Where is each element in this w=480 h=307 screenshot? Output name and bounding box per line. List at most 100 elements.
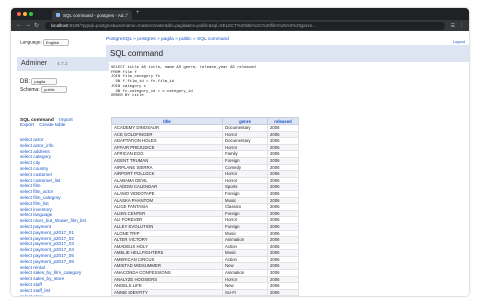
table-cell: Sci-Fi — [222, 288, 268, 296]
table-row: ALICE FANTASIA Classics 2006 — [111, 203, 299, 211]
db-select[interactable]: pagila — [31, 78, 58, 85]
table-cell: 2006 — [267, 183, 299, 191]
tab-bar: SQL command - postgres - Ad... × + — [11, 8, 469, 20]
table-cell: Sports — [222, 183, 268, 191]
column-header[interactable]: genre — [222, 117, 268, 125]
table-link[interactable]: select store — [20, 294, 110, 296]
table-cell: AGENT TRUMAN — [111, 156, 223, 165]
adminer-brand: Adminer 4.7.2 — [17, 57, 109, 71]
table-cell: Foreign — [222, 209, 268, 218]
maximize-window-button[interactable] — [29, 12, 33, 16]
table-cell: AIRPORT POLLOCK — [111, 170, 223, 178]
browser-window: SQL command - postgres - Ad... × + ← → ↻… — [11, 8, 469, 296]
table-cell: New — [222, 282, 268, 290]
table-cell: Horror — [222, 216, 268, 224]
table-cell: Foreign — [222, 222, 268, 231]
table-row: AFRICAN EGG Family 2006 — [111, 150, 299, 158]
table-row: ALTER VICTORY Animation 2006 — [111, 236, 299, 244]
column-header[interactable]: released — [267, 117, 299, 125]
language-label: Language: — [20, 39, 42, 45]
table-row: ALADDIN CALENDAR Sports 2006 — [111, 183, 299, 191]
table-cell: ALIEN CENTER — [111, 209, 223, 218]
table-cell: 2006 — [267, 163, 299, 172]
breadcrumb[interactable]: PostgreSQL » postgres » pagila » public … — [106, 37, 229, 42]
table-cell: Horror — [222, 170, 268, 178]
table-row: AMADEUS HOLY Action 2006 — [111, 242, 299, 251]
table-cell: Foreign — [222, 189, 268, 198]
table-cell: 2006 — [267, 269, 299, 277]
table-cell: 2006 — [267, 275, 299, 284]
close-window-button[interactable] — [17, 12, 21, 16]
sql-line: ORDER BY title — [111, 94, 144, 99]
table-row: ALABAMA DEVIL Horror 2006 — [111, 176, 299, 185]
table-cell: ANNIE IDENTITY — [111, 288, 223, 296]
new-tab-icon[interactable]: + — [136, 10, 140, 16]
language-select[interactable]: English — [43, 39, 69, 46]
table-cell: Animation — [222, 236, 268, 244]
table-cell: ALICE FANTASIA — [111, 203, 223, 211]
create-table-link[interactable]: Create table — [39, 123, 65, 128]
column-header[interactable]: title — [111, 117, 223, 125]
tab-title: SQL command - postgres - Ad... — [63, 12, 128, 18]
forward-arrow-icon[interactable]: → — [25, 22, 31, 28]
table-cell: Action — [222, 242, 268, 251]
table-cell: Music — [222, 229, 268, 238]
table-row: ANGELS LIFE New 2006 — [111, 282, 299, 290]
minimize-window-button[interactable] — [23, 12, 27, 16]
menu-dots-icon[interactable]: ⋮ — [459, 23, 464, 29]
table-list: select actor select actor_info select addr… — [20, 137, 110, 296]
language-picker: Language: English — [20, 39, 69, 46]
reload-icon[interactable]: ↻ — [34, 22, 39, 29]
table-row: ALLEY EVOLUTION Foreign 2006 — [111, 222, 299, 231]
table-cell: ALONE TRIP — [111, 229, 223, 238]
schema-picker: Schema: public — [20, 86, 68, 93]
table-cell: 2006 — [267, 209, 299, 218]
table-cell: 2006 — [267, 216, 299, 224]
table-row: AFFAIR PREJUDICE Horror 2006 — [111, 143, 299, 152]
db-picker: DB: pagila — [20, 78, 58, 85]
app-name[interactable]: Adminer — [21, 60, 47, 67]
table-row: AIRPLANE SIERRA Comedy 2006 — [111, 163, 299, 172]
table-row: ANALYZE HOOSIERS Horror 2006 — [111, 275, 299, 284]
table-cell: New — [222, 262, 268, 271]
table-row: ALAMO VIDEOTAPE Foreign 2006 — [111, 189, 299, 198]
table-cell: AMISTAD MIDSUMMER — [111, 262, 223, 271]
table-cell: ALASKA PHANTOM — [111, 196, 223, 205]
table-cell: Documentary — [222, 137, 268, 145]
address-bar[interactable]: localhost:8180/?pgsql=postgres&username=… — [45, 22, 445, 30]
logout-link[interactable]: Logout — [453, 39, 465, 44]
address-host: localhost — [51, 23, 69, 28]
db-label: DB: — [20, 78, 31, 85]
table-cell: ANACONDA CONFESSIONS — [111, 269, 223, 277]
extensions-icon[interactable]: ☰ — [451, 23, 455, 29]
close-tab-icon[interactable]: × — [125, 12, 128, 17]
browser-toolbar: ← → ↻ localhost:8180/?pgsql=postgres&use… — [11, 20, 469, 31]
table-row: ALONE TRIP Music 2006 — [111, 229, 299, 238]
table-row: AMERICAN CIRCUS Action 2006 — [111, 255, 299, 264]
table-cell: 2006 — [267, 249, 299, 257]
table-cell: 2006 — [267, 255, 299, 264]
sql-line: SELECT title AS title, name AS genre, re… — [111, 66, 256, 70]
sql-query[interactable]: SELECT title AS title, name AS genre, re… — [111, 66, 256, 99]
table-row: AMELIE HELLFIGHTERS Music 2006 — [111, 249, 299, 257]
table-row: AGENT TRUMAN Foreign 2006 — [111, 156, 299, 165]
table-row: ANNIE IDENTITY Sci-Fi 2006 — [111, 288, 299, 296]
page-heading-bar: SQL command — [106, 45, 469, 62]
table-row: ACADEMY DINOSAUR Documentary 2006 — [111, 124, 299, 132]
export-link[interactable]: Export — [20, 123, 34, 128]
schema-select[interactable]: public — [41, 86, 68, 93]
table-cell: 2006 — [267, 124, 299, 132]
browser-tab[interactable]: SQL command - postgres - Ad... × — [52, 10, 132, 20]
table-cell: 2006 — [267, 196, 299, 205]
results-table: title genre released ACADEMY DINOSAUR Docum… — [111, 117, 299, 296]
table-cell: AFFAIR PREJUDICE — [111, 143, 223, 152]
back-arrow-icon[interactable]: ← — [16, 22, 22, 28]
table-cell: ALLEY EVOLUTION — [111, 222, 223, 231]
table-cell: Horror — [222, 143, 268, 152]
table-cell: Music — [222, 249, 268, 257]
schema-label: Schema: — [20, 86, 40, 93]
table-cell: 2006 — [267, 242, 299, 251]
table-cell: Foreign — [222, 156, 268, 165]
page-content: Language: English Adminer 4.7.2 DB: pagi… — [11, 31, 469, 296]
app-version: 4.7.2 — [57, 62, 68, 67]
